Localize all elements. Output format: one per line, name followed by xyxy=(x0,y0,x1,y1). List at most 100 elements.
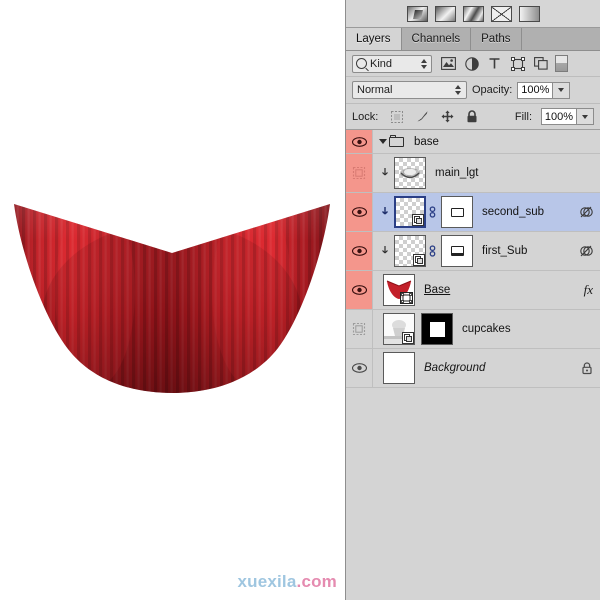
type-filter-icon[interactable] xyxy=(487,56,502,71)
opacity-label: Opacity: xyxy=(472,84,513,96)
watermark-primary: xuexila xyxy=(237,572,297,591)
visibility-toggle[interactable] xyxy=(346,154,373,192)
mask-shape xyxy=(450,207,464,217)
visibility-toggle[interactable] xyxy=(346,232,373,270)
visibility-toggle[interactable] xyxy=(346,310,373,348)
eye-icon xyxy=(351,207,367,217)
panel-tabs: Layers Channels Paths xyxy=(346,28,600,51)
chevron-down-icon[interactable] xyxy=(379,139,387,144)
smart-object-filter-icon[interactable] xyxy=(533,56,548,71)
panel-empty-area xyxy=(346,388,600,593)
photoshop-window: xuexila.com Layers Channels Paths Kind N… xyxy=(0,0,600,600)
lock-transparent-pixels-icon[interactable] xyxy=(390,110,404,124)
tab-channels[interactable]: Channels xyxy=(401,28,472,50)
layer-mask-thumbnail[interactable] xyxy=(441,196,473,228)
layer-mask-thumbnail[interactable] xyxy=(421,313,453,345)
visibility-toggle[interactable] xyxy=(346,349,373,387)
pixel-filter-icon[interactable] xyxy=(441,56,456,71)
lock-position-icon[interactable] xyxy=(440,110,454,124)
layer-thumbnail[interactable] xyxy=(394,235,426,267)
layer-thumbnail[interactable] xyxy=(394,196,426,228)
mask-shape xyxy=(429,321,445,337)
layer-body[interactable]: base xyxy=(373,130,600,153)
link-icon[interactable] xyxy=(427,205,438,219)
filter-kind-label: Kind xyxy=(370,57,393,70)
fill-dropdown-button[interactable] xyxy=(577,108,594,125)
gradient-preset-2-icon[interactable] xyxy=(434,5,456,22)
layer-row-second-sub[interactable]: second_sub xyxy=(346,193,600,232)
blend-mode-select[interactable]: Normal xyxy=(352,81,467,99)
watermark: xuexila.com xyxy=(237,572,337,592)
chevron-down-icon xyxy=(558,88,565,92)
layer-name: second_sub xyxy=(482,206,545,218)
fill-control[interactable]: 100% xyxy=(541,108,594,125)
eye-icon xyxy=(351,246,367,256)
opacity-dropdown-button[interactable] xyxy=(553,81,571,99)
vector-shape-badge-icon xyxy=(400,292,413,304)
gradient-preset-4-icon[interactable] xyxy=(490,5,512,22)
lock-icon[interactable] xyxy=(581,362,593,375)
eye-icon xyxy=(351,136,367,147)
layer-row-base-shape[interactable]: Base fx xyxy=(346,271,600,310)
layer-effects-fx-icon[interactable]: fx xyxy=(584,282,593,298)
eye-off-icon xyxy=(352,166,366,180)
clipping-mask-icon[interactable] xyxy=(579,205,593,219)
layer-list: base main_lgt second_sub first_Sub Base … xyxy=(346,130,600,388)
clipping-arrow-icon xyxy=(377,245,394,257)
layer-body[interactable]: main_lgt xyxy=(373,154,600,192)
cupcake-wrapper-artwork xyxy=(0,197,345,397)
layer-thumbnail[interactable] xyxy=(383,274,415,306)
smart-object-badge-icon xyxy=(402,332,414,344)
layer-thumbnail[interactable] xyxy=(383,352,415,384)
layer-row-base-group[interactable]: base xyxy=(346,130,600,154)
fill-input[interactable]: 100% xyxy=(541,108,577,125)
lock-label: Lock: xyxy=(352,110,379,123)
visibility-toggle[interactable] xyxy=(346,271,373,309)
layer-row-main-lgt[interactable]: main_lgt xyxy=(346,154,600,193)
tab-layers[interactable]: Layers xyxy=(346,28,402,50)
layer-name: Base xyxy=(424,284,451,296)
filter-bar: Kind xyxy=(346,51,600,77)
layer-name: base xyxy=(414,135,439,148)
visibility-toggle[interactable] xyxy=(346,130,373,153)
tab-filler xyxy=(521,28,600,50)
lock-image-pixels-icon[interactable] xyxy=(415,110,429,124)
filter-kind-select[interactable]: Kind xyxy=(352,54,432,73)
adjustment-filter-icon[interactable] xyxy=(464,56,479,71)
layer-row-first-sub[interactable]: first_Sub xyxy=(346,232,600,271)
opacity-control[interactable]: 100% xyxy=(517,81,571,99)
filter-enable-toggle[interactable] xyxy=(555,55,568,72)
layer-row-background[interactable]: Background xyxy=(346,349,600,388)
link-icon[interactable] xyxy=(427,244,438,258)
clipping-arrow-icon xyxy=(377,206,394,218)
blend-mode-value: Normal xyxy=(357,84,393,96)
lock-all-icon[interactable] xyxy=(465,110,479,124)
layer-name: Background xyxy=(424,362,486,374)
opacity-input[interactable]: 100% xyxy=(517,81,554,99)
smart-object-badge-icon xyxy=(413,254,425,266)
gradient-preset-3-icon[interactable] xyxy=(462,5,484,22)
clipping-arrow-icon xyxy=(377,167,394,179)
clipping-mask-icon[interactable] xyxy=(579,244,593,258)
layer-body[interactable]: Background xyxy=(373,349,600,387)
layer-thumbnail[interactable] xyxy=(383,313,415,345)
layer-body[interactable]: second_sub xyxy=(373,193,600,231)
canvas-area[interactable]: xuexila.com xyxy=(0,0,345,600)
eye-icon xyxy=(351,363,367,373)
layer-mask-thumbnail[interactable] xyxy=(441,235,473,267)
layer-row-cupcakes[interactable]: cupcakes xyxy=(346,310,600,349)
layer-name: first_Sub xyxy=(482,245,528,257)
layer-body[interactable]: first_Sub xyxy=(373,232,600,270)
chevron-down-icon xyxy=(582,114,588,119)
visibility-toggle[interactable] xyxy=(346,193,373,231)
smart-object-badge-icon xyxy=(412,214,424,226)
gradient-preset-1-icon[interactable] xyxy=(406,5,428,22)
layer-name: cupcakes xyxy=(462,323,511,335)
layer-body[interactable]: Base xyxy=(373,271,600,309)
tab-paths[interactable]: Paths xyxy=(471,28,522,50)
gradient-preset-5-icon[interactable] xyxy=(518,5,540,22)
layer-body[interactable]: cupcakes xyxy=(373,310,600,348)
layer-thumbnail[interactable] xyxy=(394,157,426,189)
lock-icon-group xyxy=(390,110,479,124)
shape-filter-icon[interactable] xyxy=(510,56,525,71)
